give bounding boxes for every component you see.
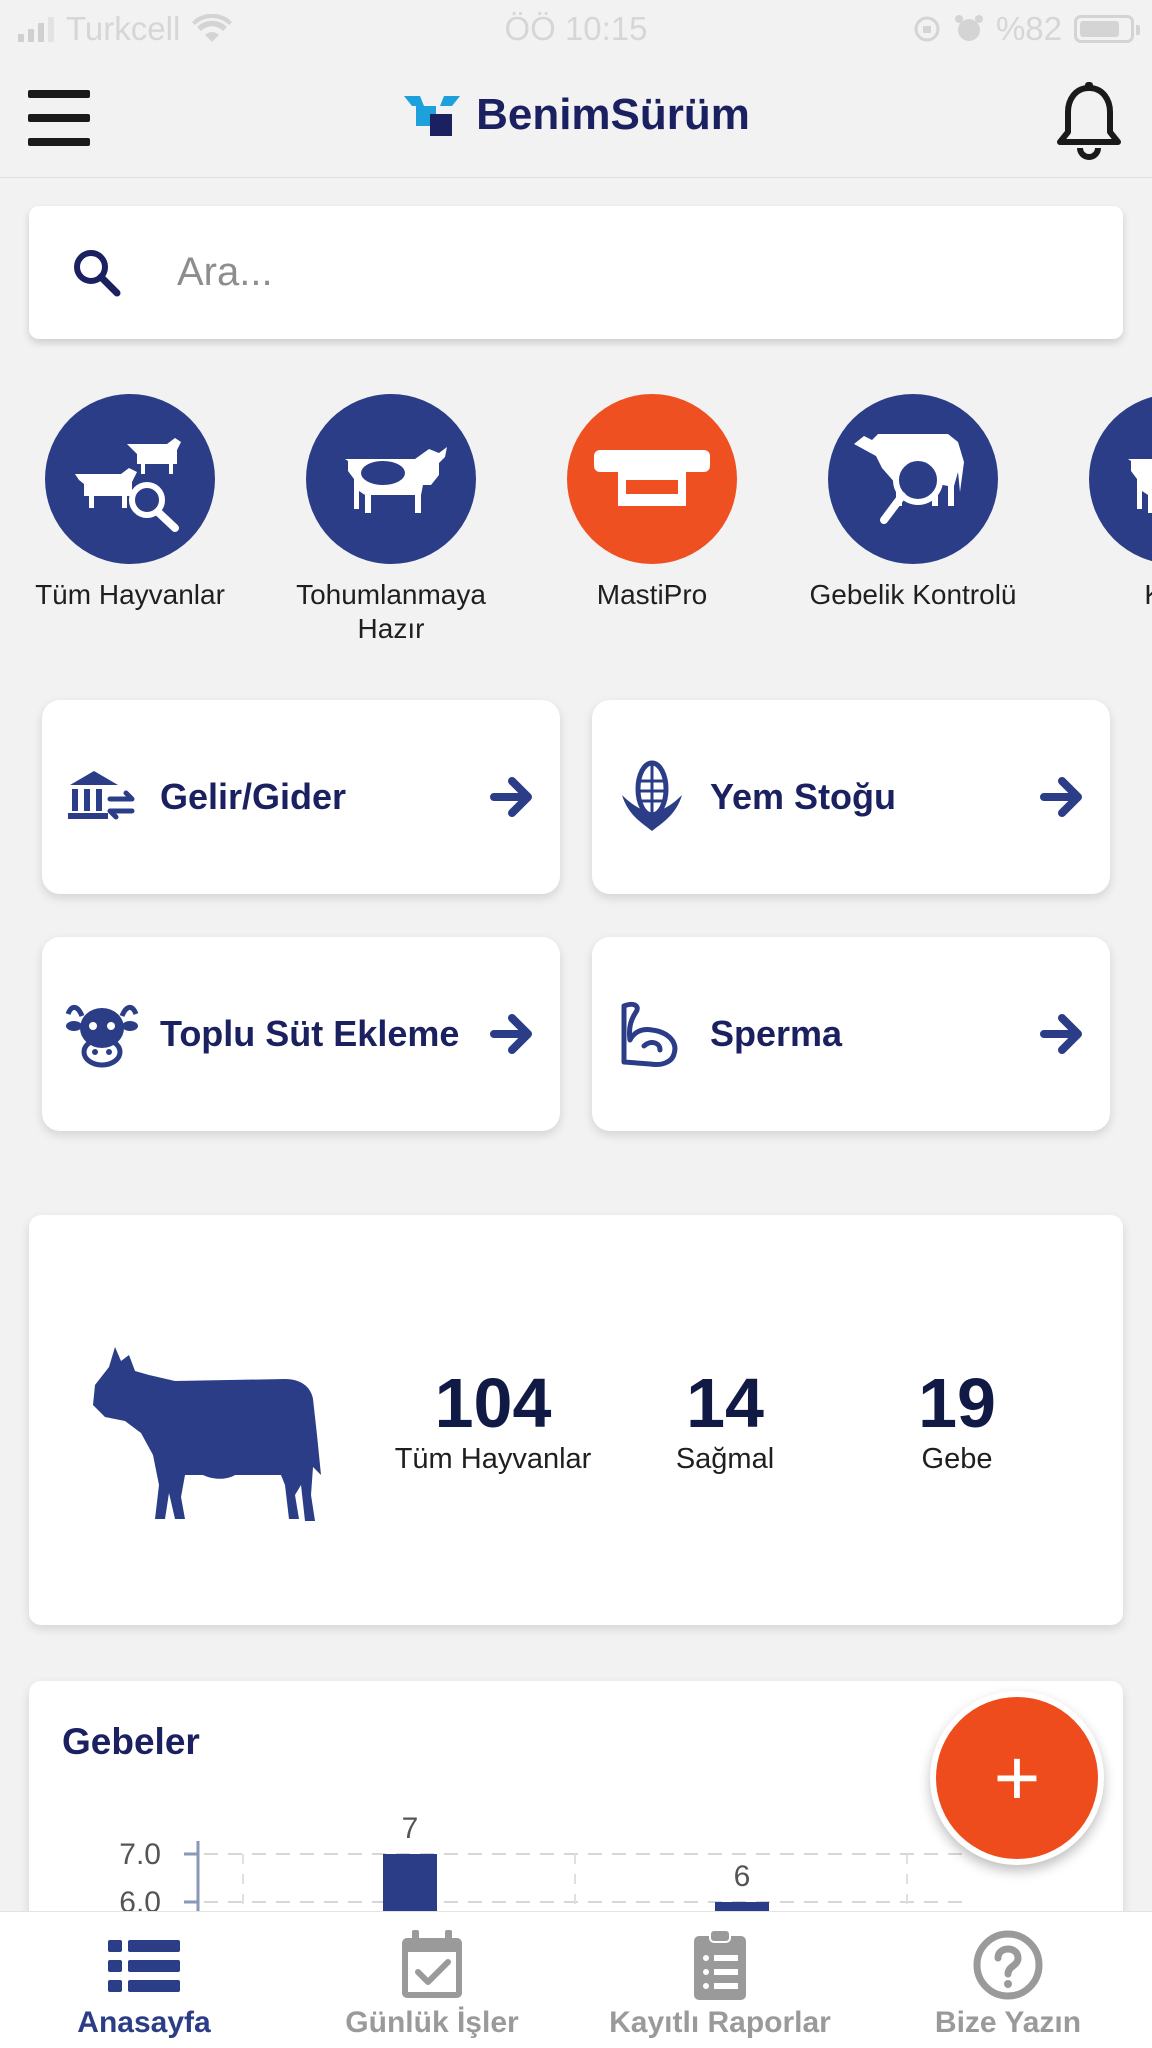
nav-item-contact-us[interactable]: Bize Yazın [864,1912,1152,2048]
add-fab-button[interactable]: + [930,1691,1104,1865]
y-tick-label: 7.0 [119,1838,161,1871]
bottom-nav: Anasayfa Günlük İşler Kayıtlı Raporlar B… [0,1911,1152,2048]
quick-link-label: Sperma [710,1013,843,1054]
search-input[interactable] [177,250,977,295]
nav-label: Kayıtlı Raporlar [609,2006,831,2039]
nav-item-daily-tasks[interactable]: Günlük İşler [288,1912,576,2048]
category-label: Tüm Hayvanlar [35,579,225,610]
stat-label: Gebe [921,1443,993,1475]
stat-pregnant[interactable]: 19 Gebe [847,1365,1067,1476]
clipboard-list-icon [694,1929,746,2000]
stat-value: 19 [918,1364,996,1442]
quick-link-sperm[interactable]: Sperma [592,937,1110,1131]
notification-bell-icon[interactable] [1054,82,1124,160]
category-ready-for-insemination[interactable]: Tohumlanmaya Hazır [271,394,511,646]
cow-magnify-icon [828,394,998,564]
cow-silhouette-icon [93,1347,321,1521]
quick-link-label: Gelir/Gider [160,776,347,817]
nav-item-saved-reports[interactable]: Kayıtlı Raporlar [576,1912,864,2048]
arrow-right-icon [490,777,532,817]
search-icon [74,249,121,296]
brand: BenimSürüm [0,90,1152,140]
category-dry[interactable]: Kuru [1054,394,1152,612]
data-label: 7 [402,1812,419,1845]
nav-item-home[interactable]: Anasayfa [0,1912,288,2048]
app-header: BenimSürüm [0,60,1152,178]
mastipro-icon [567,394,737,564]
herd-summary-card[interactable]: 104 Tüm Hayvanlar 14 Sağmal 19 Gebe [29,1215,1123,1625]
category-carousel[interactable]: Tüm Hayvanlar Tohumlanmaya Hazır MastiPr… [0,394,1152,654]
brand-logo-icon [404,96,461,136]
cow-icon [1089,394,1152,564]
stat-value: 14 [686,1364,764,1442]
cow-icon [306,394,476,564]
app-title: BenimSürüm [476,90,750,139]
category-label: MastiPro [596,579,708,610]
stat-value: 104 [434,1364,552,1442]
category-label: Tohumlanmaya Hazır [296,579,486,644]
category-label: Gebelik Kontrolü [809,579,1017,610]
cow-face-icon [65,1005,139,1068]
calendar-check-icon [402,1930,462,1998]
battery-percent: %82 [995,10,1062,47]
nav-label: Günlük İşler [345,2006,519,2039]
battery-icon [1074,15,1140,43]
alarm-icon [954,15,983,41]
quick-link-bulk-milk[interactable]: Toplu Süt Ekleme [42,937,560,1131]
quick-link-label: Yem Stoğu [710,776,897,817]
quick-link-label: Toplu Süt Ekleme [160,1013,460,1054]
category-pregnancy-check[interactable]: Gebelik Kontrolü [793,394,1033,612]
status-bar: Turkcell ÖÖ 10:15 %82 [0,0,1152,60]
category-label: Kuru [1054,578,1152,612]
arrow-right-icon [490,1014,532,1054]
arrow-right-icon [1040,777,1082,817]
category-mastipro[interactable]: MastiPro [532,394,772,612]
search-bar[interactable] [29,206,1123,339]
bank-transfer-icon [68,771,135,820]
quick-link-income-expense[interactable]: Gelir/Gider [42,700,560,894]
stat-all-animals[interactable]: 104 Tüm Hayvanlar [383,1365,603,1476]
stat-label: Tüm Hayvanlar [394,1443,592,1475]
data-label: 6 [734,1860,751,1893]
help-circle-icon [973,1930,1043,2000]
nav-label: Anasayfa [77,2006,211,2039]
arrow-right-icon [1040,1014,1082,1054]
quick-link-feed-stock[interactable]: Yem Stoğu [592,700,1110,894]
stat-label: Sağmal [675,1443,775,1475]
list-icon [108,1940,180,1992]
stat-milking[interactable]: 14 Sağmal [615,1365,835,1476]
category-all-animals[interactable]: Tüm Hayvanlar [10,394,250,612]
arm-icon [621,1001,678,1067]
nav-label: Bize Yazın [934,2006,1082,2039]
herd-search-icon [45,394,215,564]
rotation-lock-icon [914,16,940,42]
corn-icon [622,760,682,831]
